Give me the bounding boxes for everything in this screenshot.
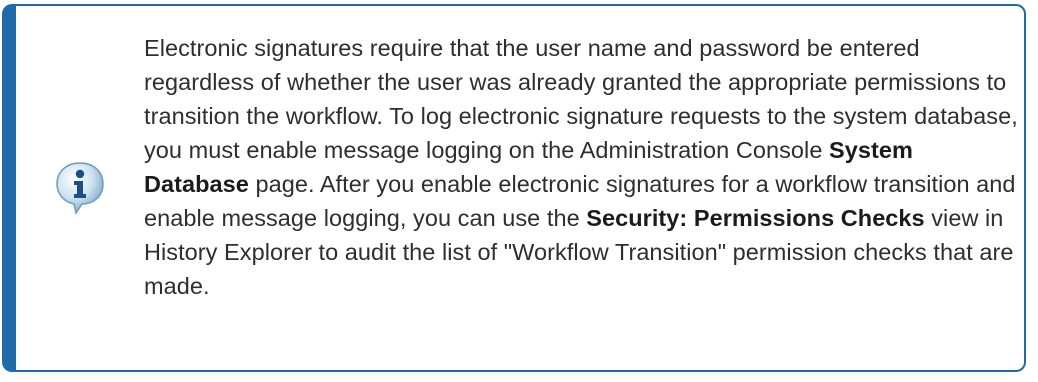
info-note-box: Electronic signatures require that the u… xyxy=(2,4,1026,372)
note-text: Electronic signatures require that the u… xyxy=(144,31,1024,303)
info-icon xyxy=(56,162,104,215)
security-permissions-checks-view-ref: Security: Permissions Checks xyxy=(586,205,925,231)
